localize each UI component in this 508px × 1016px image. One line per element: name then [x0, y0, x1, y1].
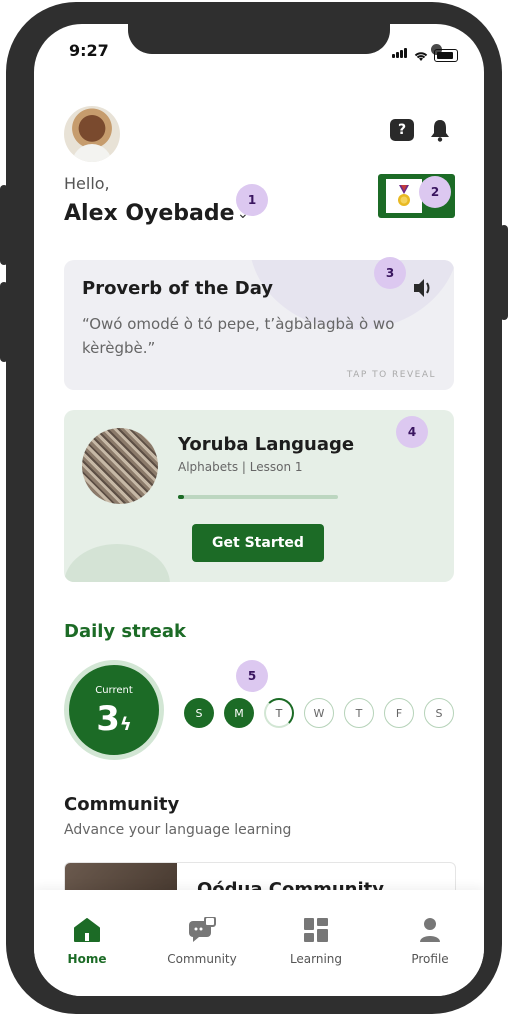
tour-badge-2: 2	[419, 176, 451, 208]
user-name[interactable]: Alex Oyebade	[64, 201, 235, 226]
status-icons	[392, 43, 458, 62]
streak-value: 3	[96, 699, 120, 739]
tour-badge-5: 5	[236, 660, 268, 692]
wifi-icon	[414, 52, 428, 61]
lesson-title: Yoruba Language	[178, 434, 355, 455]
streak-title: Daily streak	[64, 621, 186, 642]
battery-icon	[434, 49, 458, 62]
notch	[128, 24, 442, 55]
signal-icon	[392, 43, 408, 62]
grid-icon	[304, 918, 328, 942]
medal-icon	[386, 179, 422, 213]
tab-community-label: Community	[167, 952, 237, 966]
streak-day: S	[424, 698, 454, 728]
tab-home-label: Home	[67, 952, 107, 966]
streak-day: M	[224, 698, 254, 728]
lesson-image	[82, 428, 158, 504]
bottom-tab-bar: Home Community Learning Profile	[34, 890, 484, 996]
chat-icon	[189, 917, 216, 942]
streak-day: T	[344, 698, 374, 728]
streak-days: SMTWTFS	[184, 698, 454, 728]
proverb-text: “Owó omodé ò tó pepe, t’àgbàlagbà ò wo k…	[82, 315, 395, 357]
card-decoration	[64, 544, 170, 582]
status-time: 9:27	[69, 41, 109, 60]
home-icon	[74, 918, 100, 942]
lesson-progress-bar	[178, 495, 338, 499]
tour-badge-1: 1	[236, 184, 268, 216]
tab-profile-label: Profile	[411, 952, 449, 966]
current-streak: Current 3ϟ	[64, 660, 164, 760]
tab-learning[interactable]: Learning	[266, 916, 366, 966]
current-label: Current	[95, 685, 133, 696]
streak-day: W	[304, 698, 334, 728]
streak-day: T	[264, 698, 294, 728]
proverb-title: Proverb of the Day	[82, 278, 274, 299]
greeting: Hello,	[64, 174, 110, 193]
bolt-icon: ϟ	[119, 714, 132, 735]
streak-day: S	[184, 698, 214, 728]
speaker-icon[interactable]	[412, 278, 434, 303]
help-icon[interactable]: ?	[390, 119, 414, 141]
community-title: Community	[64, 794, 180, 815]
tab-profile[interactable]: Profile	[380, 916, 480, 966]
tour-badge-3: 3	[374, 257, 406, 289]
bell-icon[interactable]	[430, 118, 450, 148]
tab-learning-label: Learning	[289, 952, 343, 966]
tab-home[interactable]: Home	[37, 916, 137, 966]
person-icon	[420, 918, 440, 942]
tab-community[interactable]: Community	[152, 916, 252, 966]
tap-to-reveal[interactable]: TAP TO REVEAL	[347, 370, 436, 380]
get-started-button[interactable]: Get Started	[192, 524, 324, 562]
streak-day: F	[384, 698, 414, 728]
avatar[interactable]	[64, 106, 120, 162]
lesson-progress-fill	[178, 495, 185, 499]
lesson-subtitle: Alphabets | Lesson 1	[178, 460, 303, 474]
community-subtitle: Advance your language learning	[64, 822, 292, 838]
tour-badge-4: 4	[396, 416, 428, 448]
app-screen: 9:27 Hello, Alex Oyebade ⌄ 1 ? 2 Proverb…	[34, 24, 484, 996]
phone-frame: 9:27 Hello, Alex Oyebade ⌄ 1 ? 2 Proverb…	[6, 2, 502, 1014]
streak-count: 3ϟ	[69, 699, 159, 739]
